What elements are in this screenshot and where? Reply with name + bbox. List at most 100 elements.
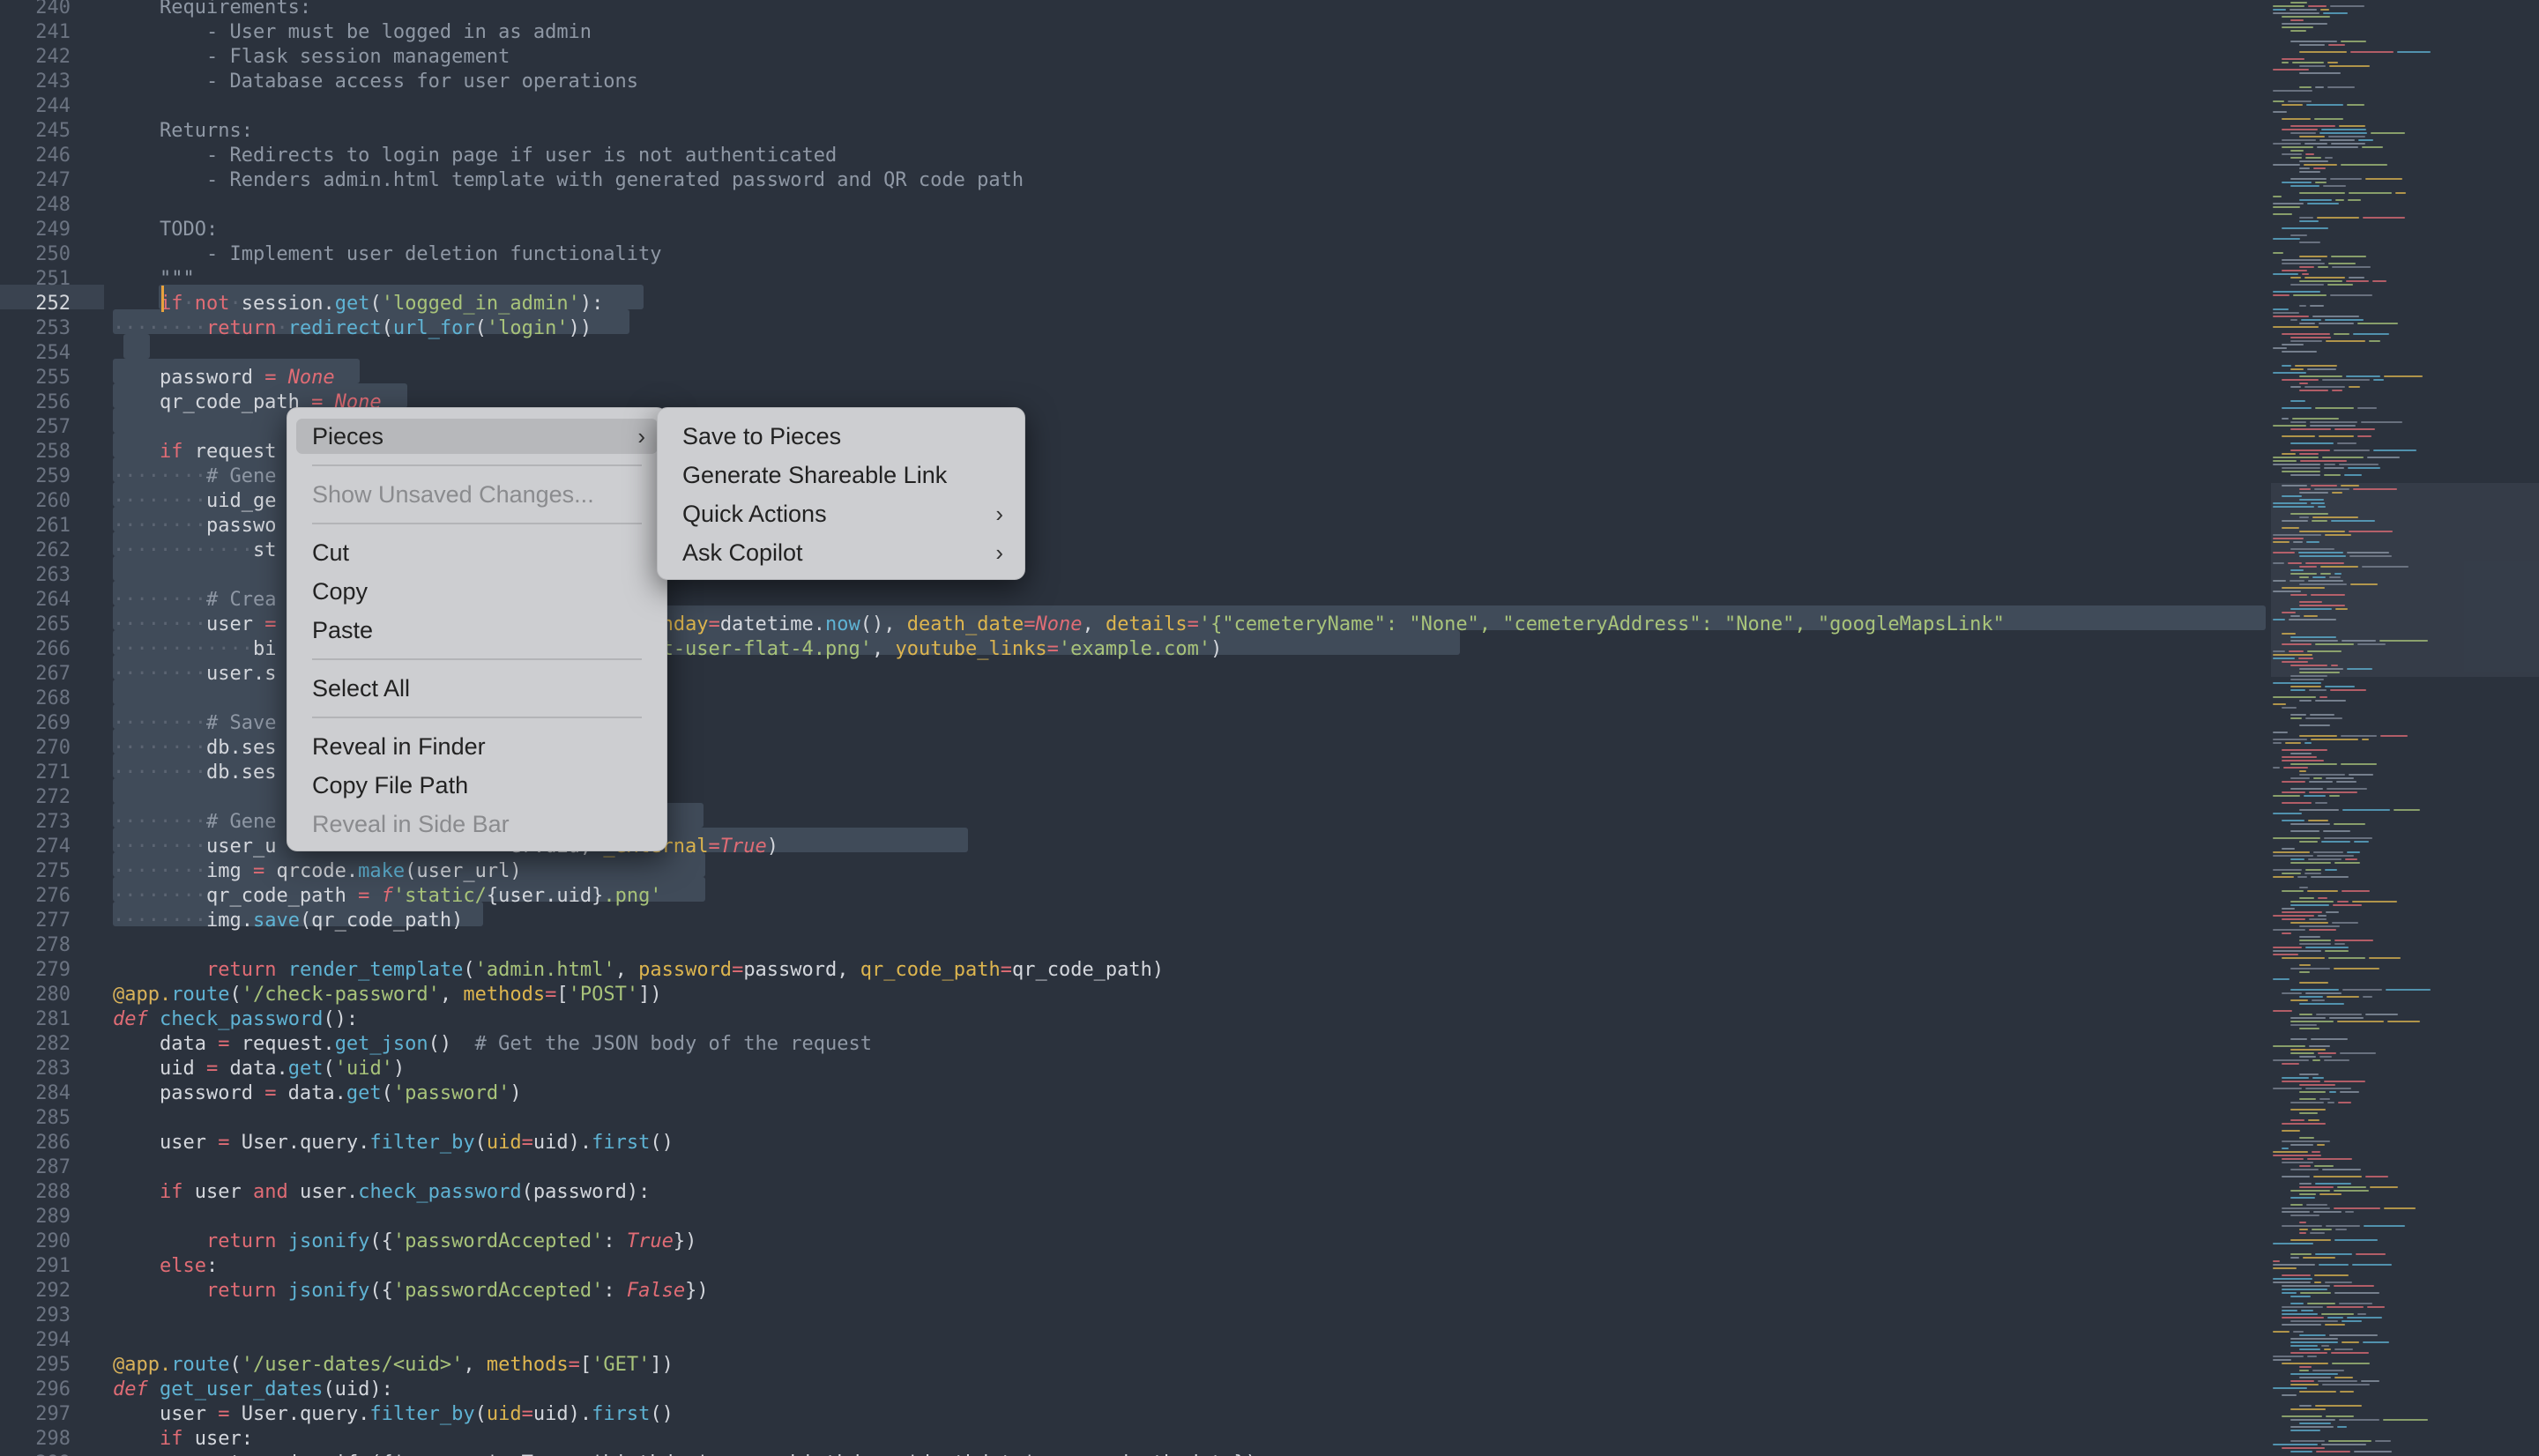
minimap[interactable] [2271, 0, 2539, 1456]
line-number: 269 [35, 712, 71, 734]
code-line[interactable]: 285 [0, 1106, 2266, 1131]
code-line[interactable]: 281 def check_password(): [0, 1007, 2266, 1032]
code-text: def check_password(): [113, 1007, 358, 1032]
code-line[interactable]: 246 - Redirects to login page if user is… [0, 144, 2266, 168]
menu-item-reveal-in-finder[interactable]: Reveal in Finder [296, 729, 658, 764]
code-line[interactable]: 247 - Renders admin.html template with g… [0, 168, 2266, 193]
minimap-line [2299, 86, 2312, 88]
code-line[interactable]: 290 return jsonify({'passwordAccepted': … [0, 1229, 2266, 1254]
minimap-line [2299, 887, 2308, 888]
minimap-line [2319, 132, 2367, 134]
code-line[interactable]: 286 user = User.query.filter_by(uid=uid)… [0, 1131, 2266, 1155]
minimap-line [2282, 911, 2322, 913]
code-line[interactable]: 282 data = request.get_json() # Get the … [0, 1032, 2266, 1057]
minimap-line [2273, 650, 2285, 652]
line-number: 280 [35, 984, 71, 1006]
code-line[interactable]: 240 Requirements: [0, 0, 2266, 20]
minimap-line [2299, 971, 2310, 973]
minimap-line [2319, 696, 2327, 698]
minimap-line [2282, 1292, 2297, 1294]
code-line[interactable]: 279 return render_template('admin.html',… [0, 958, 2266, 983]
code-line[interactable]: 245 Returns: [0, 119, 2266, 144]
minimap-line [2282, 263, 2325, 264]
pieces-submenu: Save to Pieces Generate Shareable Link Qui… [657, 407, 1025, 580]
code-text: return render_template('admin.html', pas… [113, 958, 1164, 983]
minimap-line [2297, 876, 2307, 878]
minimap-line [2304, 164, 2337, 166]
code-line[interactable]: 277 ········img.save(qr_code_path) [0, 909, 2266, 933]
code-line[interactable]: 244 [0, 94, 2266, 119]
code-line[interactable]: 255 password = None [0, 366, 2266, 390]
code-line[interactable]: 292 return jsonify({'passwordAccepted': … [0, 1279, 2266, 1304]
code-line[interactable]: 249 TODO: [0, 218, 2266, 242]
menu-item-select-all[interactable]: Select All [296, 671, 658, 706]
code-line[interactable]: 252 if·not·session.get('logged_in_admin'… [0, 292, 2266, 316]
code-line[interactable]: 253 ········return·redirect(url_for('logi… [0, 316, 2266, 341]
minimap-line [2290, 1169, 2319, 1170]
code-line[interactable]: 287 [0, 1155, 2266, 1180]
code-line[interactable]: 293 [0, 1304, 2266, 1328]
minimap-line [2282, 1324, 2321, 1326]
minimap-line [2369, 340, 2380, 342]
minimap-line [2290, 1239, 2331, 1241]
minimap-line [2312, 1370, 2344, 1371]
code-token: data. [276, 1082, 346, 1104]
menu-item-save-to-pieces[interactable]: Save to Pieces [666, 419, 1016, 454]
code-line[interactable]: 241 - User must be logged in as admin [0, 20, 2266, 45]
code-line[interactable]: 291 else: [0, 1254, 2266, 1279]
minimap-line [2273, 813, 2302, 814]
code-line[interactable]: 248 [0, 193, 2266, 218]
minimap-line [2299, 555, 2346, 557]
code-line[interactable]: 276 ········qr_code_path = f'static/{user… [0, 884, 2266, 909]
menu-item-generate-shareable-link[interactable]: Generate Shareable Link [666, 457, 1016, 493]
code-line[interactable]: 278 [0, 933, 2266, 958]
code-token: now [825, 613, 860, 635]
code-line[interactable]: 294 [0, 1328, 2266, 1353]
code-line[interactable]: 280 @app.route('/check-password', methods… [0, 983, 2266, 1007]
minimap-line [2273, 1045, 2305, 1047]
minimap-line [2273, 1243, 2313, 1244]
code-line[interactable]: 299 return jsonify({'success': True, 'bi… [0, 1452, 2266, 1456]
menu-item-copy[interactable]: Copy [296, 574, 658, 609]
code-line[interactable]: 250 - Implement user deletion functional… [0, 242, 2266, 267]
minimap-line [2282, 365, 2291, 367]
menu-item-copy-file-path[interactable]: Copy File Path [296, 768, 658, 803]
code-line[interactable]: 242 - Flask session management [0, 45, 2266, 70]
minimap-line [2327, 1306, 2364, 1308]
code-token: · [229, 293, 242, 315]
menu-item-quick-actions[interactable]: Quick Actions › [666, 496, 1016, 531]
minimap-line [2334, 1348, 2353, 1350]
code-line[interactable]: 283 uid = data.get('uid') [0, 1057, 2266, 1081]
code-token: jsonify [287, 1280, 370, 1302]
minimap-line [2290, 640, 2338, 642]
line-number: 254 [35, 342, 71, 364]
code-line[interactable]: 288 if user and user.check_password(pass… [0, 1180, 2266, 1205]
code-line[interactable]: 254 [0, 341, 2266, 366]
minimap-line [2273, 947, 2302, 948]
code-token: True [719, 836, 767, 858]
code-line[interactable]: 296 def get_user_dates(uid): [0, 1378, 2266, 1402]
code-line[interactable]: 243 - Database access for user operation… [0, 70, 2266, 94]
minimap-line [2290, 989, 2339, 991]
minimap-line [2319, 1264, 2349, 1266]
code-token: password, [743, 959, 860, 981]
code-text: def get_user_dates(uid): [113, 1378, 393, 1402]
minimap-line [2312, 1229, 2332, 1230]
code-line[interactable]: 284 password = data.get('password') [0, 1081, 2266, 1106]
menu-item-ask-copilot[interactable]: Ask Copilot › [666, 535, 1016, 570]
minimap-line [2290, 125, 2335, 127]
code-line[interactable]: 251 """ [0, 267, 2266, 292]
line-number: 281 [35, 1008, 71, 1030]
menu-item-label: Save to Pieces [682, 423, 842, 449]
code-line[interactable]: 297 user = User.query.filter_by(uid=uid)… [0, 1402, 2266, 1427]
code-line[interactable]: 298 if user: [0, 1427, 2266, 1452]
menu-item-paste[interactable]: Paste [296, 613, 658, 648]
menu-item-cut[interactable]: Cut [296, 535, 658, 570]
code-text: - Implement user deletion functionality [113, 242, 662, 267]
menu-item-pieces[interactable]: Pieces › [296, 419, 658, 454]
code-line[interactable]: 275 ········img = qrcode.make(user_url) [0, 859, 2266, 884]
code-line[interactable]: 289 [0, 1205, 2266, 1229]
code-line[interactable]: 295 @app.route('/user-dates/<uid>', metho… [0, 1353, 2266, 1378]
